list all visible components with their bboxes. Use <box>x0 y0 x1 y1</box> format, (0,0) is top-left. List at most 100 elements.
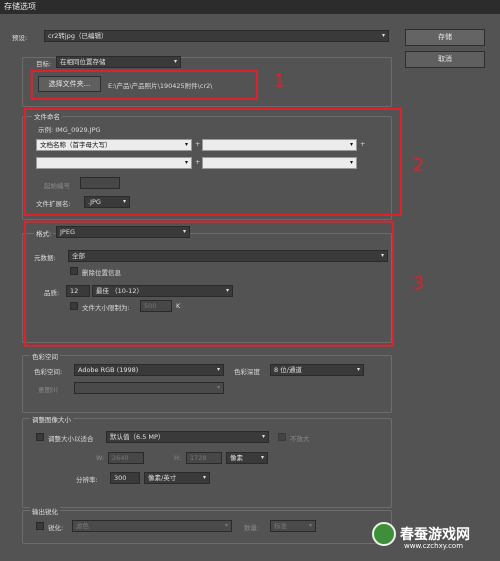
annotation-box-3 <box>24 221 394 347</box>
width-label: W: <box>96 454 105 462</box>
metadata-label: 元数据: <box>34 254 56 262</box>
quality-number-input[interactable]: 12 <box>66 285 90 297</box>
quality-label: 品质: <box>44 289 60 297</box>
naming-field-1[interactable]: 文档名称（首字母大写） ▾ <box>36 139 192 151</box>
remove-location-label: 删除位置信息 <box>82 269 121 277</box>
watermark-brand: 春蚕游戏网 <box>400 527 470 543</box>
amount-value: 标准 <box>274 522 287 530</box>
destination-label: 目标: <box>36 60 52 68</box>
sharpen-checkbox[interactable] <box>36 522 44 530</box>
fit-value: 默认值（6.5 MP） <box>110 433 165 441</box>
window-title: 存储选项 <box>0 0 500 14</box>
limit-size-unit: K <box>176 302 181 310</box>
color-depth-select[interactable]: 8 位/通道 ▾ <box>270 364 364 376</box>
width-input: 2640 <box>108 452 144 464</box>
chevron-down-icon: ▾ <box>356 366 360 373</box>
annotation-number-1: 1 <box>274 71 286 92</box>
no-enlarge-label: 不放大 <box>290 435 310 443</box>
naming-field-4[interactable]: ▾ <box>202 157 357 169</box>
destination-path: E:\产品\产品照片\190425附件\cr2\ <box>108 82 213 90</box>
start-number-input <box>80 177 120 189</box>
chevron-down-icon: ▾ <box>224 522 228 529</box>
extension-value: .JPG <box>88 198 101 206</box>
preset-value: cr2转jpg（已编辑） <box>48 32 108 40</box>
file-naming-example: 示例: IMG_0929.JPG <box>38 126 101 134</box>
preset-select[interactable]: cr2转jpg（已编辑） ▾ <box>44 30 389 42</box>
watermark-url: www.czchxy.com <box>404 542 464 550</box>
resolution-units-value: 像素/英寸 <box>148 474 177 482</box>
resolution-units-select[interactable]: 像素/英寸 ▾ <box>144 472 210 484</box>
color-depth-value: 8 位/通道 <box>274 366 302 374</box>
quality-value: 最佳 （10-12） <box>96 287 143 295</box>
annotation-number-2: 2 <box>413 155 425 176</box>
naming-field-2[interactable]: ▾ <box>202 139 357 151</box>
amount-select: 标准 ▾ <box>270 520 316 532</box>
save-options-dialog: 预设: cr2转jpg（已编辑） ▾ 存储 取消 目标: 在相同位置存储 ▾ 选… <box>0 14 500 561</box>
cancel-button[interactable]: 取消 <box>405 51 485 68</box>
resolution-label: 分辨率: <box>76 476 98 484</box>
naming-field-1-value: 文档名称（首字母大写） <box>40 141 112 149</box>
limit-size-input: 500 <box>140 300 172 312</box>
chevron-down-icon: ▾ <box>380 252 384 259</box>
fit-select[interactable]: 默认值（6.5 MP） ▾ <box>106 431 269 443</box>
chevron-down-icon: ▾ <box>202 474 206 481</box>
chevron-down-icon: ▾ <box>381 32 385 39</box>
metadata-select[interactable]: 全部 ▾ <box>68 250 388 262</box>
fit-label: 调整大小以适合 <box>48 435 94 443</box>
remove-location-checkbox[interactable] <box>70 267 78 275</box>
limit-size-checkbox[interactable] <box>70 302 78 310</box>
sharpen-legend: 输出锐化 <box>30 506 60 516</box>
chevron-down-icon: ▾ <box>182 228 186 235</box>
quality-select[interactable]: 最佳 （10-12） ▾ <box>92 285 233 297</box>
destination-select[interactable]: 在相同位置存储 ▾ <box>56 56 181 68</box>
format-value: JPEG <box>60 228 75 236</box>
chevron-down-icon: ▾ <box>225 287 229 294</box>
amount-label: 数量: <box>244 524 260 532</box>
chevron-down-icon: ▾ <box>216 384 220 391</box>
save-button[interactable]: 存储 <box>405 29 485 46</box>
chevron-down-icon: ▾ <box>184 141 188 148</box>
annotation-number-3: 3 <box>413 273 425 294</box>
size-units-select[interactable]: 像素 ▾ <box>226 452 268 464</box>
format-label: 格式: <box>34 228 54 238</box>
plus-sign: + <box>195 140 201 148</box>
plus-sign: + <box>195 158 201 166</box>
intent-select: ▾ <box>74 382 224 394</box>
metadata-value: 全部 <box>72 252 85 260</box>
color-space-legend: 色彩空间 <box>30 351 60 361</box>
chevron-down-icon: ▾ <box>349 141 353 148</box>
choose-folder-button[interactable]: 选择文件夹... <box>38 76 101 92</box>
chevron-down-icon: ▾ <box>173 58 177 65</box>
sharpen-label: 锐化: <box>48 524 64 532</box>
chevron-down-icon: ▾ <box>261 433 265 440</box>
sharpen-value: 滤色 <box>76 522 89 530</box>
naming-field-3[interactable]: ▾ <box>36 157 192 169</box>
chevron-down-icon: ▾ <box>122 198 126 205</box>
extension-select[interactable]: .JPG ▾ <box>84 196 130 208</box>
file-naming-legend: 文件命名 <box>32 111 62 121</box>
height-label: H: <box>174 454 182 462</box>
start-number-label: 起始编号 <box>44 182 70 190</box>
chevron-down-icon: ▾ <box>184 159 188 166</box>
format-select[interactable]: JPEG ▾ <box>56 226 190 238</box>
chevron-down-icon: ▾ <box>349 159 353 166</box>
color-space-value: Adobe RGB (1998) <box>78 366 139 374</box>
image-size-legend: 调整图像大小 <box>30 414 73 424</box>
extension-label: 文件扩展名: <box>36 200 71 208</box>
sharpen-select: 滤色 ▾ <box>72 520 232 532</box>
preset-label: 预设: <box>12 34 28 42</box>
chevron-down-icon: ▾ <box>308 522 312 529</box>
height-input: 1728 <box>186 452 222 464</box>
chevron-down-icon: ▾ <box>216 366 220 373</box>
fit-checkbox[interactable] <box>36 433 44 441</box>
color-depth-label: 色彩深度 <box>234 368 260 376</box>
chevron-down-icon: ▾ <box>260 454 264 461</box>
destination-value: 在相同位置存储 <box>60 58 106 66</box>
limit-size-label: 文件大小限制为: <box>82 304 130 312</box>
intent-label: 意图(I) <box>38 386 58 394</box>
size-units-value: 像素 <box>230 454 243 462</box>
resolution-input[interactable]: 300 <box>110 472 140 484</box>
no-enlarge-checkbox <box>278 433 286 441</box>
color-space-select[interactable]: Adobe RGB (1998) ▾ <box>74 364 224 376</box>
plus-sign: + <box>360 140 366 148</box>
